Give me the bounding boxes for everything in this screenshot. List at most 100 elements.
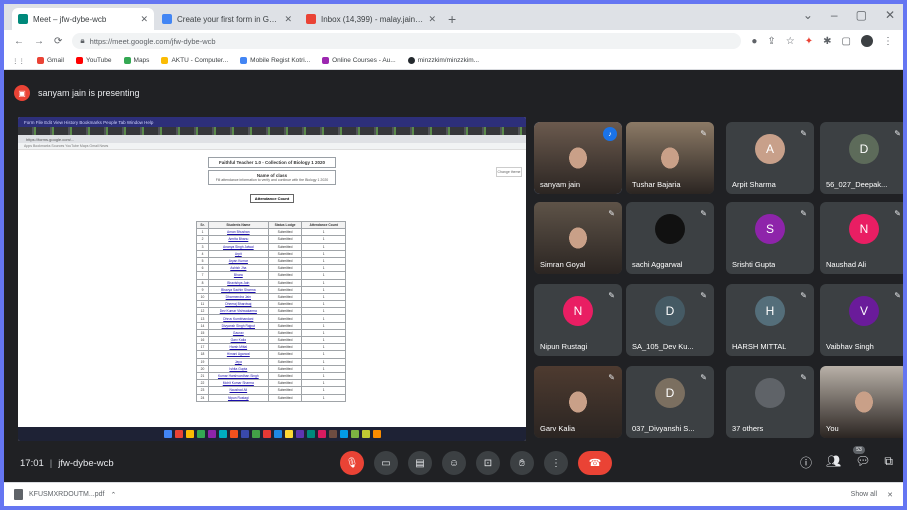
- bookmark-maps[interactable]: Maps: [123, 57, 149, 64]
- star-icon[interactable]: ☆: [786, 36, 795, 47]
- student-name-cell[interactable]: Ashish Jha: [208, 264, 269, 273]
- tab-search-icon[interactable]: ⌄: [803, 8, 813, 22]
- minimize-icon[interactable]: –: [831, 8, 838, 22]
- desktop-background: Meet – jfw-dybe-wcb ✕ Create your first …: [0, 0, 907, 510]
- tab-gmail[interactable]: Inbox (14,399) - malay.jain@... ✕: [300, 8, 442, 30]
- student-name-cell[interactable]: Amrita Bhanu: [208, 235, 269, 244]
- forward-icon[interactable]: →: [34, 36, 44, 47]
- share-icon[interactable]: ⇪: [767, 36, 775, 47]
- puzzle-icon[interactable]: ✱: [823, 36, 831, 47]
- participant-tile[interactable]: ♪ sanyam jain: [534, 122, 622, 194]
- shared-bookmarks-text: Apps Bookmarks Sources YouTube Maps Gmai…: [24, 144, 109, 148]
- participant-tile[interactable]: D ✎ 037_Divyanshi S...: [626, 366, 714, 438]
- close-tab-icon[interactable]: ✕: [284, 14, 292, 25]
- bookmark-label: AKTU - Computer...: [171, 57, 229, 64]
- student-name-cell[interactable]: Bhavishya Jain: [208, 278, 269, 287]
- camera-button[interactable]: ▭: [374, 451, 398, 475]
- reload-icon[interactable]: ⟳: [54, 36, 62, 47]
- globe-icon: [240, 57, 248, 64]
- new-tab-button[interactable]: +: [448, 11, 456, 27]
- apps-icon[interactable]: ⋮⋮: [12, 57, 25, 65]
- participant-tile[interactable]: ✎ Tushar Bajaria: [626, 122, 714, 194]
- student-name-cell[interactable]: Kumar Harshvardhan Singh: [208, 371, 269, 381]
- camera-icon[interactable]: ●: [751, 36, 757, 47]
- student-name-cell[interactable]: Dev Kumar Vishwakarma: [208, 307, 269, 316]
- close-tab-icon[interactable]: ✕: [428, 14, 436, 25]
- student-name-cell[interactable]: Gaurav: [208, 328, 269, 338]
- student-name-cell[interactable]: Naushad Ali: [208, 386, 269, 395]
- chat-icon[interactable]: 💬︎: [855, 454, 870, 471]
- participant-tile[interactable]: N ✎ Nipun Rustagi: [534, 284, 622, 356]
- student-name-cell[interactable]: Bhara: [208, 271, 269, 280]
- student-name-cell[interactable]: Aryan Kumar: [208, 256, 269, 266]
- microphone-off-button[interactable]: 🎙︎: [340, 451, 364, 475]
- meeting-details-icon[interactable]: ⓘ: [800, 454, 812, 471]
- present-button[interactable]: ⊡: [476, 451, 500, 475]
- participant-tile[interactable]: D ✎ SA_105_Dev Ku...: [626, 284, 714, 356]
- menu-icon[interactable]: ⋮: [883, 36, 893, 47]
- leave-call-button[interactable]: ☎︎: [578, 451, 612, 475]
- address-bar[interactable]: 🔒︎ https://meet.google.com/jfw-dybe-wcb: [72, 33, 742, 49]
- student-name-cell[interactable]: Aman Bhushan: [208, 228, 269, 237]
- table-cell: 6: [195, 264, 210, 273]
- participant-tile[interactable]: ✎ sachi Aggarwal: [626, 202, 714, 274]
- close-tab-icon[interactable]: ✕: [140, 14, 148, 25]
- student-name-cell[interactable]: Divyansh Singh Rajput: [208, 321, 269, 330]
- participant-tile[interactable]: ✎ Garv Kalia: [534, 366, 622, 438]
- muted-mic-icon: ✎: [608, 291, 615, 300]
- bookmark-youtube[interactable]: YouTube: [75, 57, 112, 64]
- student-name-cell[interactable]: Nipun Rustagi: [208, 393, 269, 402]
- participant-tile[interactable]: H ✎ HARSH MITTAL: [726, 284, 814, 356]
- tab-meet[interactable]: Meet – jfw-dybe-wcb ✕: [12, 8, 154, 30]
- back-icon[interactable]: ←: [14, 36, 24, 47]
- bookmark-aktu[interactable]: AKTU - Computer...: [161, 57, 228, 64]
- participant-tile[interactable]: S ✎ Srishti Gupta: [726, 202, 814, 274]
- taskbar-app-icon: [284, 430, 293, 438]
- show-all-link[interactable]: Show all: [851, 491, 877, 499]
- download-filename[interactable]: KFUSMXRDOUTM...pdf: [29, 491, 104, 498]
- participant-tile[interactable]: D ✎ 56_027_Deepak...: [820, 122, 903, 194]
- participant-tile[interactable]: A ✎ Arpit Sharma: [726, 122, 814, 194]
- participant-avatar: D: [655, 296, 685, 327]
- emoji-reaction-button[interactable]: ☺: [442, 451, 466, 475]
- more-options-button[interactable]: ⋮: [544, 451, 568, 475]
- tab-forms[interactable]: Create your first form in Google... ✕: [156, 8, 298, 30]
- bookmark-courses[interactable]: Online Courses - Au...: [322, 57, 396, 64]
- participant-tile[interactable]: V ✎ Vaibhav Singh: [820, 284, 903, 356]
- maximize-icon[interactable]: ▢: [856, 8, 867, 22]
- student-name-cell[interactable]: Mohit Kumar Sharma: [208, 379, 269, 388]
- download-options-icon[interactable]: ⌃: [110, 491, 116, 499]
- shared-screen: Form File Edit View History Bookmarks Pe…: [18, 117, 526, 441]
- participant-tile[interactable]: N ✎ Naushad Ali: [820, 202, 903, 274]
- student-name-cell[interactable]: Ananya Singh Jalwal: [208, 242, 269, 251]
- participant-tile[interactable]: ✎ 37 others: [726, 366, 814, 438]
- participant-tile[interactable]: ✎ Simran Goyal: [534, 202, 622, 274]
- captions-button[interactable]: ▤: [408, 451, 432, 475]
- student-name-cell[interactable]: Bhavya Sachin Sharma: [208, 285, 269, 294]
- student-name-cell[interactable]: Garv Kalia: [208, 335, 269, 345]
- doc-description: Fill attendance information to verify an…: [215, 178, 329, 182]
- student-name-cell[interactable]: Dhruv Kumbhandani: [208, 314, 269, 323]
- table-cell: 1: [301, 235, 346, 244]
- student-name-cell[interactable]: Arpit: [208, 249, 269, 258]
- reading-list-icon[interactable]: ▢: [842, 36, 851, 47]
- raise-hand-button[interactable]: ✋︎: [510, 451, 534, 475]
- student-name-cell[interactable]: Dharmendra Jain: [208, 292, 269, 302]
- extension-icon[interactable]: ✦: [805, 36, 813, 47]
- student-name-cell[interactable]: Dheeraj Bhardwaj: [208, 300, 269, 309]
- bookmark-github[interactable]: minzzkim/minzzkim...: [407, 57, 479, 64]
- student-name-cell[interactable]: Himani Agarwal: [208, 350, 269, 359]
- participant-tile[interactable]: You: [820, 366, 903, 438]
- close-download-bar-icon[interactable]: ✕: [887, 491, 893, 499]
- bookmark-mobile[interactable]: Mobile Regist Kotri...: [240, 57, 310, 64]
- student-name-cell[interactable]: Jaya: [208, 357, 269, 366]
- activities-icon[interactable]: ⧉: [884, 454, 893, 471]
- table-row: 10 Dharmendra Jain Submitted 1: [195, 292, 346, 302]
- close-window-icon[interactable]: ✕: [885, 8, 895, 22]
- profile-avatar[interactable]: [861, 35, 873, 47]
- address-row: ← → ⟳ 🔒︎ https://meet.google.com/jfw-dyb…: [4, 30, 903, 52]
- people-icon[interactable]: 👥︎: [826, 454, 841, 471]
- student-name-cell[interactable]: Harsh Mittal: [208, 343, 269, 352]
- bookmark-gmail[interactable]: Gmail: [37, 57, 64, 64]
- student-name-cell[interactable]: Ishita Gupta: [208, 364, 269, 373]
